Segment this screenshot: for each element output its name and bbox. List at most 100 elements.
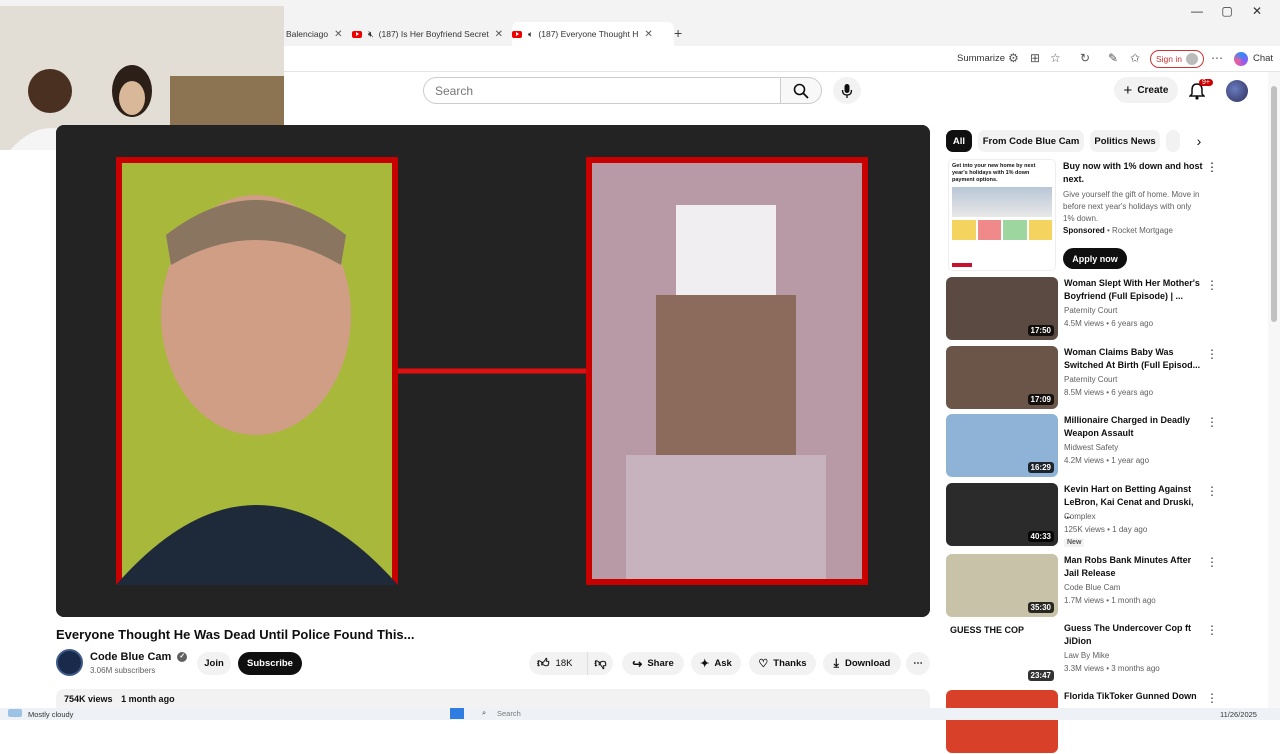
more-options-icon[interactable]: ⋮ bbox=[1206, 691, 1218, 705]
recommended-video-title[interactable]: Woman Claims Baby Was Switched At Birth … bbox=[1064, 346, 1202, 372]
voice-search-button[interactable] bbox=[833, 77, 861, 104]
speaker-muted-icon[interactable]: 🔇︎ bbox=[368, 29, 374, 40]
extensions-icon[interactable]: ✎ bbox=[1108, 51, 1118, 65]
subscriber-count: 3.06M subscribers bbox=[90, 666, 156, 675]
video-thumbnail[interactable]: 17:09 bbox=[946, 346, 1058, 409]
favorites-icon[interactable]: ✩ bbox=[1130, 51, 1140, 65]
chat-button[interactable]: Chat bbox=[1253, 53, 1273, 64]
tab-close-icon[interactable]: ✕ bbox=[495, 29, 503, 40]
recommended-video-title[interactable]: Florida TikToker Gunned Down bbox=[1064, 690, 1202, 703]
share-icon: ↪ bbox=[632, 656, 643, 671]
recommended-video-meta: 125K views • 1 day ago bbox=[1064, 525, 1148, 534]
join-button[interactable]: Join bbox=[197, 652, 231, 675]
copilot-icon[interactable] bbox=[1234, 52, 1248, 66]
taskbar-search-label[interactable]: Search bbox=[497, 709, 521, 718]
share-button[interactable]: ↪ Share bbox=[622, 652, 684, 675]
more-options-icon[interactable]: ⋮ bbox=[1206, 623, 1218, 637]
ad-more-icon[interactable]: ⋮ bbox=[1206, 160, 1218, 174]
maximize-icon[interactable]: ▢ bbox=[1212, 4, 1242, 18]
recommended-video[interactable]: Florida TikToker Gunned Down ⋮ bbox=[946, 690, 1266, 754]
signin-button[interactable]: Sign in bbox=[1150, 50, 1204, 68]
recommended-channel-name[interactable]: Midwest Safety bbox=[1064, 443, 1118, 452]
minimize-icon[interactable]: — bbox=[1182, 4, 1212, 18]
recommended-channel-name[interactable]: Code Blue Cam bbox=[1064, 583, 1120, 592]
channel-avatar[interactable] bbox=[56, 649, 83, 676]
chip-from-channel[interactable]: From Code Blue Cam bbox=[978, 130, 1084, 152]
search-icon bbox=[793, 83, 809, 99]
subscribe-button[interactable]: Subscribe bbox=[238, 652, 302, 675]
recommended-video-title[interactable]: Man Robs Bank Minutes After Jail Release bbox=[1064, 554, 1202, 580]
video-thumbnail[interactable] bbox=[946, 690, 1058, 753]
recommended-video[interactable]: 35:30 Man Robs Bank Minutes After Jail Re… bbox=[946, 554, 1266, 618]
windows-start-icon[interactable] bbox=[450, 708, 464, 719]
upload-age: 1 month ago bbox=[121, 694, 175, 704]
recommended-video-title[interactable]: Woman Slept With Her Mother's Boyfriend … bbox=[1064, 277, 1202, 303]
apps-icon[interactable]: ⊞ bbox=[1030, 51, 1040, 65]
chevron-right-icon[interactable]: › bbox=[1186, 130, 1212, 152]
search-input[interactable]: Search bbox=[423, 77, 781, 104]
video-thumbnail[interactable]: GUESS THE COP 23:47 bbox=[946, 622, 1058, 685]
video-thumbnail[interactable]: 40:33 bbox=[946, 483, 1058, 546]
more-options-icon[interactable]: ⋮ bbox=[1206, 278, 1218, 292]
search-button[interactable] bbox=[780, 77, 822, 104]
thanks-button[interactable]: ♡ Thanks bbox=[749, 652, 816, 675]
video-thumbnail[interactable]: 16:29 bbox=[946, 414, 1058, 477]
recommended-channel-name[interactable]: Complex bbox=[1064, 512, 1096, 521]
favorite-star-icon[interactable]: ☆ bbox=[1050, 51, 1061, 65]
more-options-icon[interactable]: ⋮ bbox=[1206, 347, 1218, 361]
taskbar-search-icon[interactable]: ⌕ bbox=[482, 708, 486, 718]
more-options-icon[interactable]: ⋮ bbox=[1206, 555, 1218, 569]
download-button[interactable]: ⤓ Download bbox=[823, 652, 901, 675]
video-thumbnail[interactable]: 17:50 bbox=[946, 277, 1058, 340]
recommended-video-title[interactable]: Guess The Undercover Cop ft JiDion bbox=[1064, 622, 1202, 648]
recommended-video[interactable]: 16:29 Millionaire Charged in Deadly Weapo… bbox=[946, 414, 1266, 478]
ad-thumbnail[interactable]: Get into your new home by next year's ho… bbox=[948, 159, 1056, 271]
tab-boyfriend-secret[interactable]: 🔇︎ (187) Is Her Boyfriend Secret ✕ bbox=[352, 22, 508, 46]
chip-all[interactable]: All bbox=[946, 130, 972, 152]
channel-name[interactable]: Code Blue Cam ✓ bbox=[90, 651, 188, 663]
more-options-icon[interactable]: ⋮ bbox=[1206, 415, 1218, 429]
microphone-icon bbox=[841, 83, 853, 98]
advertiser-name[interactable]: Rocket Mortgage bbox=[1112, 226, 1173, 235]
like-button[interactable]: 👍︎ 18K bbox=[529, 652, 587, 675]
summarize-button[interactable]: Summarize bbox=[957, 53, 1005, 64]
video-thumbnail[interactable]: 35:30 bbox=[946, 554, 1058, 617]
recommended-channel-name[interactable]: Paternity Court bbox=[1064, 375, 1117, 384]
recommended-video[interactable]: 17:09 Woman Claims Baby Was Switched At B… bbox=[946, 346, 1266, 410]
video-player[interactable] bbox=[56, 125, 930, 617]
speaker-icon[interactable]: 🔈︎ bbox=[528, 29, 533, 40]
dislike-button[interactable]: 👎︎ bbox=[587, 652, 613, 675]
page-scrollbar[interactable] bbox=[1268, 72, 1280, 708]
recommended-channel-name[interactable]: Paternity Court bbox=[1064, 306, 1117, 315]
recommended-video[interactable]: 17:50 Woman Slept With Her Mother's Boyfr… bbox=[946, 277, 1266, 341]
tab-close-icon[interactable]: ✕ bbox=[334, 29, 342, 40]
ad-title[interactable]: Buy now with 1% down and host next. bbox=[1063, 160, 1203, 186]
recommended-channel-name[interactable]: Law By Mike bbox=[1064, 651, 1109, 660]
tab-balenciago[interactable]: Balenciago ✕ bbox=[286, 22, 350, 46]
notifications-button[interactable]: 9+ bbox=[1188, 79, 1213, 105]
recommended-video-title[interactable]: Millionaire Charged in Deadly Weapon Ass… bbox=[1064, 414, 1202, 440]
ask-button[interactable]: ✦ Ask bbox=[691, 652, 741, 675]
settings-icon[interactable]: ⚙︎ bbox=[1008, 51, 1019, 65]
scrollbar-thumb[interactable] bbox=[1271, 86, 1277, 322]
chip-politics-news[interactable]: Politics News bbox=[1090, 130, 1160, 152]
more-menu-icon[interactable]: ⋯ bbox=[1211, 51, 1223, 65]
create-button[interactable]: + Create bbox=[1114, 77, 1178, 103]
thumbs-down-icon: 👎︎ bbox=[594, 656, 607, 670]
tab-close-icon[interactable]: ✕ bbox=[644, 29, 652, 40]
apply-now-button[interactable]: Apply now bbox=[1063, 248, 1127, 269]
close-window-icon[interactable]: ✕ bbox=[1242, 4, 1272, 18]
recommended-video[interactable]: GUESS THE COP 23:47 Guess The Undercover C… bbox=[946, 622, 1266, 686]
search-placeholder: Search bbox=[435, 83, 474, 98]
recommended-video[interactable]: 40:33 Kevin Hart on Betting Against LeBro… bbox=[946, 483, 1266, 547]
super-thanks-icon: ♡ bbox=[758, 658, 769, 670]
more-options-icon[interactable]: ⋮ bbox=[1206, 484, 1218, 498]
more-actions-button[interactable]: ⋯ bbox=[906, 652, 930, 675]
new-tab-icon[interactable]: + bbox=[674, 25, 682, 41]
tab-everyone-thought[interactable]: 🔈︎ (187) Everyone Thought He ✕ bbox=[512, 22, 674, 46]
chip-partial[interactable] bbox=[1166, 130, 1180, 152]
avatar[interactable] bbox=[1226, 80, 1248, 102]
video-duration: 17:09 bbox=[1027, 394, 1054, 405]
weather-text[interactable]: Mostly cloudy bbox=[28, 710, 73, 719]
refresh-icon[interactable]: ↻ bbox=[1080, 51, 1090, 65]
